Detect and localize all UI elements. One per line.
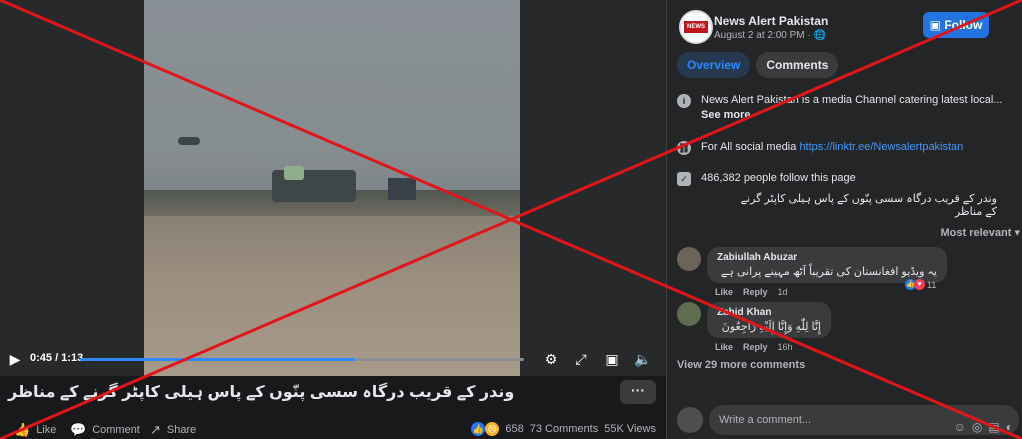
avatar[interactable] bbox=[677, 302, 701, 326]
comment-like-link[interactable]: Like bbox=[715, 287, 733, 297]
link-icon: ⛓ bbox=[677, 141, 691, 155]
screen: ▶ 0:45 / 1:13 ⚙ ⤢ ▣ 🔈 وندر کے قریب درگاہ… bbox=[0, 0, 1022, 439]
comment-reply-link[interactable]: Reply bbox=[743, 287, 768, 297]
comment-author[interactable]: Zabiullah Abuzar bbox=[717, 252, 937, 263]
post-date-text: August 2 at 2:00 PM · bbox=[714, 30, 814, 41]
composer-icons: ☺ ◎ ▤ ◐ bbox=[954, 412, 1013, 439]
comment-reply-link[interactable]: Reply bbox=[743, 342, 768, 352]
like-label: Like bbox=[36, 424, 57, 436]
social-link[interactable]: https://linktr.ee/Newsalertpakistan bbox=[799, 141, 963, 153]
checkbox-icon: ✓ bbox=[677, 172, 691, 186]
page-avatar[interactable]: NEWS ALERT bbox=[679, 10, 713, 44]
comment-reactions[interactable]: 👍 ♥ 11 bbox=[905, 279, 936, 290]
comment-meta: Like Reply 16h bbox=[715, 342, 793, 352]
tab-overview[interactable]: Overview bbox=[677, 52, 751, 78]
video-progress-fill bbox=[80, 358, 356, 361]
post-description: وندر کے قریب درگاہ سسی پنّوں کے پاس ہیلی… bbox=[740, 193, 997, 218]
view-count: 55K Views bbox=[604, 423, 656, 435]
comment-input-placeholder: Write a comment... bbox=[719, 414, 812, 426]
comment-age: 16h bbox=[777, 342, 793, 352]
comment-button[interactable]: 💬 Comment bbox=[70, 422, 140, 438]
share-button[interactable]: ↗ Share bbox=[150, 422, 196, 438]
like-button[interactable]: 👍 Like bbox=[14, 422, 56, 438]
tanker-cab-shape bbox=[284, 166, 304, 180]
gif-icon[interactable]: ▤ bbox=[988, 412, 999, 439]
comment-item: Zabiullah Abuzar یہ ویڈیو افغانستان کی ت… bbox=[677, 247, 1007, 299]
post-stats: 👍 😢 658 73 Comments 55K Views bbox=[471, 422, 656, 436]
see-more-link[interactable]: See more bbox=[701, 109, 1002, 121]
comment-label: Comment bbox=[92, 424, 140, 436]
comment-count[interactable]: 73 Comments bbox=[530, 423, 598, 435]
pip-icon[interactable]: ▣ bbox=[603, 350, 621, 368]
about-row: i News Alert Pakistan is a media Channel… bbox=[677, 94, 1007, 121]
post-date[interactable]: August 2 at 2:00 PM · 🌐 bbox=[714, 30, 826, 41]
avatar[interactable] bbox=[677, 247, 701, 271]
video-player[interactable]: ▶ 0:45 / 1:13 ⚙ ⤢ ▣ 🔈 bbox=[0, 0, 666, 376]
settings-icon[interactable]: ⚙ bbox=[542, 350, 560, 368]
comment-text: یہ ویڈیو افغانستان کی تقریباً آٹھ مہینے … bbox=[720, 266, 937, 278]
love-reaction-icon: ♥ bbox=[914, 279, 925, 290]
follow-label: Follow bbox=[944, 18, 983, 32]
video-frame-image bbox=[144, 0, 520, 376]
follow-button[interactable]: ▣ Follow bbox=[923, 12, 989, 38]
followers-text: 486,382 people follow this page bbox=[701, 172, 856, 184]
fullscreen-icon[interactable]: ⤢ bbox=[572, 350, 590, 368]
social-row: ⛓ For All social media https://linktr.ee… bbox=[677, 141, 1007, 155]
comment-item: Zahid Khan إِنَّا لِلّٰهِ وَإِنَّا إِلَي… bbox=[677, 302, 1007, 354]
sort-comments-dropdown[interactable]: Most relevant ▾ bbox=[941, 226, 1021, 239]
comment-composer: Write a comment... ☺ ◎ ▤ ◐ bbox=[677, 405, 1019, 435]
share-label: Share bbox=[166, 424, 197, 436]
about-text: News Alert Pakistan is a media Channel c… bbox=[701, 94, 1003, 106]
video-progress-bar[interactable] bbox=[80, 358, 524, 361]
comment-age: 1d bbox=[777, 287, 788, 297]
comment-input[interactable]: Write a comment... ☺ ◎ ▤ ◐ bbox=[709, 405, 1019, 435]
video-caption: وندر کے قریب درگاہ سسی پنّوں کے پاس ہیلی… bbox=[8, 384, 515, 401]
follow-icon: ▣ bbox=[929, 18, 945, 32]
helicopter-shape bbox=[178, 137, 200, 145]
post-side-panel: NEWS ALERT News Alert Pakistan August 2 … bbox=[666, 0, 1022, 439]
truck-shape bbox=[388, 178, 416, 200]
video-time: 0:45 / 1:13 bbox=[30, 352, 84, 364]
sad-reaction-icon: 😢 bbox=[485, 422, 500, 436]
comment-reaction-count: 11 bbox=[927, 279, 937, 290]
followers-row: ✓ 486,382 people follow this page bbox=[677, 172, 1007, 186]
globe-icon: 🌐 bbox=[813, 30, 826, 41]
view-more-comments-link[interactable]: View 29 more comments bbox=[677, 359, 805, 371]
comment-meta: Like Reply 1d bbox=[715, 287, 788, 297]
comment-icon: 💬 bbox=[70, 422, 87, 437]
comment-text: إِنَّا لِلّٰهِ وَإِنَّا إِلَيْهِ رَاجِعُ… bbox=[721, 321, 821, 333]
info-icon: i bbox=[677, 94, 691, 108]
comment-like-link[interactable]: Like bbox=[715, 342, 733, 352]
more-options-button[interactable]: ··· bbox=[620, 380, 656, 404]
tab-comments[interactable]: Comments bbox=[756, 52, 839, 78]
mute-icon[interactable]: 🔈 bbox=[634, 350, 652, 368]
social-prefix: For All social media bbox=[701, 141, 800, 153]
avatar bbox=[677, 407, 703, 433]
sticker-icon[interactable]: ◐ bbox=[1006, 412, 1013, 439]
comment-author[interactable]: Zahid Khan bbox=[717, 307, 821, 318]
video-pane: ▶ 0:45 / 1:13 ⚙ ⤢ ▣ 🔈 وندر کے قریب درگاہ… bbox=[0, 0, 666, 439]
post-tabs: Overview Comments bbox=[677, 52, 839, 78]
video-controls: ▶ 0:45 / 1:13 ⚙ ⤢ ▣ 🔈 bbox=[0, 346, 666, 374]
reaction-count[interactable]: 658 bbox=[505, 423, 523, 435]
comment-bubble: Zabiullah Abuzar یہ ویڈیو افغانستان کی ت… bbox=[707, 247, 947, 283]
camera-icon[interactable]: ◎ bbox=[972, 412, 982, 439]
play-icon[interactable]: ▶ bbox=[6, 350, 24, 368]
page-name[interactable]: News Alert Pakistan bbox=[714, 14, 828, 28]
emoji-icon[interactable]: ☺ bbox=[954, 412, 966, 439]
share-icon: ↗ bbox=[150, 422, 161, 437]
page-logo: NEWS ALERT bbox=[684, 21, 708, 42]
thumbs-up-icon: 👍 bbox=[14, 422, 31, 437]
post-actions: 👍 Like 💬 Comment ↗ Share 👍 😢 658 73 Comm… bbox=[0, 418, 666, 439]
comment-bubble: Zahid Khan إِنَّا لِلّٰهِ وَإِنَّا إِلَي… bbox=[707, 302, 831, 338]
like-reaction-icon: 👍 bbox=[471, 422, 486, 436]
